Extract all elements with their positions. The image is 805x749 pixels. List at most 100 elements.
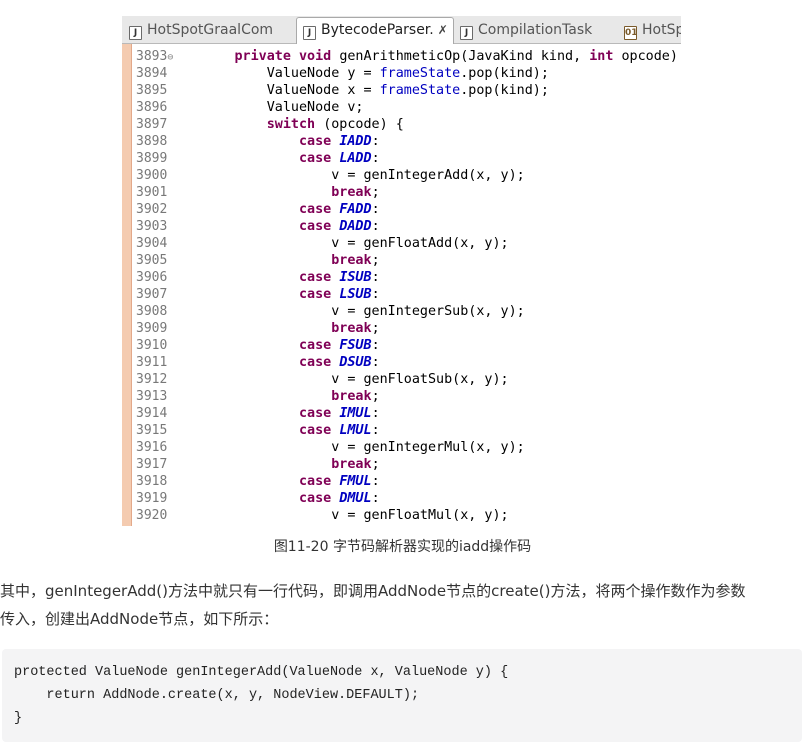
line-number: 3914 bbox=[136, 406, 168, 421]
code-token: private void bbox=[234, 49, 340, 64]
line-number: 3902 bbox=[136, 202, 168, 217]
line-number: 3919 bbox=[136, 491, 168, 506]
code-line: 3896 ValueNode v; bbox=[136, 99, 681, 116]
line-number: 3910 bbox=[136, 338, 168, 353]
code-token: : bbox=[371, 423, 380, 438]
code-token: IMUL bbox=[339, 406, 372, 421]
code-line: 3920 v = genFloatMul(x, y); bbox=[136, 507, 681, 524]
code-token: ; bbox=[371, 321, 380, 336]
paragraph-line: 其中，genIntegerAdd()方法中就只有一行代码，即调用AddNode节… bbox=[0, 582, 746, 600]
code-token: ValueNode v; bbox=[170, 100, 364, 115]
code-token: case bbox=[299, 406, 340, 421]
code-token: case bbox=[299, 491, 340, 506]
code-token: FSUB bbox=[339, 338, 372, 353]
tab-hotsp[interactable]: 01 HotSp bbox=[618, 18, 681, 42]
code-line: 3905 break; bbox=[136, 252, 681, 269]
line-number: 3898 bbox=[136, 134, 168, 149]
code-token: break bbox=[331, 457, 372, 472]
code-line: 3915 case LMUL: bbox=[136, 422, 681, 439]
code-token: v = genFloatAdd(x, y); bbox=[170, 236, 509, 251]
line-number: 3920 bbox=[136, 508, 168, 523]
code-token: v = genIntegerAdd(x, y); bbox=[170, 168, 525, 183]
line-number: 3904 bbox=[136, 236, 168, 251]
code-token: : bbox=[371, 202, 380, 217]
code-token: case bbox=[299, 151, 340, 166]
code-token: ; bbox=[371, 389, 380, 404]
close-icon[interactable]: ✗ bbox=[438, 23, 448, 37]
line-number: 3917 bbox=[136, 457, 168, 472]
code-token: ValueNode x = bbox=[170, 83, 380, 98]
code-block: protected ValueNode genIntegerAdd(ValueN… bbox=[2, 649, 802, 742]
code-line: 3918 case FMUL: bbox=[136, 473, 681, 490]
line-number: 3913 bbox=[136, 389, 168, 404]
code-line: 3917 break; bbox=[136, 456, 681, 473]
code-line: 3909 break; bbox=[136, 320, 681, 337]
figure-caption: 图11-20 字节码解析器实现的iadd操作码 bbox=[273, 539, 532, 555]
paragraph-line: 传入，创建出AddNode节点，如下所示： bbox=[0, 610, 279, 628]
code-token: ISUB bbox=[339, 270, 372, 285]
code-token: frameState bbox=[379, 66, 461, 81]
code-token: case bbox=[299, 423, 340, 438]
code-line: 3900 v = genIntegerAdd(x, y); bbox=[136, 167, 681, 184]
code-token: break bbox=[331, 321, 372, 336]
tab-compilationtask[interactable]: J CompilationTask bbox=[454, 18, 618, 42]
line-number: 3912 bbox=[136, 372, 168, 387]
line-number: 3909 bbox=[136, 321, 168, 336]
code-token: genArithmeticOp(JavaKind kind, bbox=[339, 49, 590, 64]
code-line: 3902 case FADD: bbox=[136, 201, 681, 218]
code-token: ; bbox=[371, 457, 380, 472]
code-line: 3908 v = genIntegerSub(x, y); bbox=[136, 303, 681, 320]
code-token: : bbox=[371, 287, 380, 302]
code-token: case bbox=[299, 474, 340, 489]
code-token: switch bbox=[266, 117, 324, 132]
code-block-line: } bbox=[14, 711, 23, 726]
code-token: case bbox=[299, 338, 340, 353]
code-line: 3911 case DSUB: bbox=[136, 354, 681, 371]
line-number: 3899 bbox=[136, 151, 168, 166]
line-number: 3893⊖ bbox=[136, 49, 174, 64]
java-code-editor[interactable]: 3893⊖ private void genArithmeticOp(JavaK… bbox=[136, 48, 681, 524]
code-token: v = genIntegerMul(x, y); bbox=[170, 440, 525, 455]
code-token: case bbox=[299, 219, 340, 234]
code-token: ; bbox=[371, 253, 380, 268]
code-line: 3907 case LSUB: bbox=[136, 286, 681, 303]
code-block-line: return AddNode.create(x, y, NodeView.DEF… bbox=[14, 688, 420, 703]
code-token: FMUL bbox=[339, 474, 372, 489]
code-token: : bbox=[371, 151, 380, 166]
code-line: 3893⊖ private void genArithmeticOp(JavaK… bbox=[136, 48, 681, 65]
code-token: int bbox=[589, 49, 622, 64]
editor-tab-bar: J HotSpotGraalCom J BytecodeParser. ✗ J Comp… bbox=[122, 16, 681, 44]
code-line: 3894 ValueNode y = frameState.pop(kind); bbox=[136, 65, 681, 82]
code-token: : bbox=[371, 474, 380, 489]
line-number: 3907 bbox=[136, 287, 168, 302]
line-number: 3908 bbox=[136, 304, 168, 319]
line-number: 3896 bbox=[136, 100, 168, 115]
code-token: opcode) { bbox=[621, 49, 678, 64]
line-number: 3901 bbox=[136, 185, 168, 200]
code-block-line: protected ValueNode genIntegerAdd(ValueN… bbox=[14, 665, 509, 680]
java-file-icon: J bbox=[129, 26, 142, 40]
code-token: : bbox=[371, 219, 380, 234]
class-file-icon: 01 bbox=[624, 26, 638, 40]
code-token: DADD bbox=[339, 219, 372, 234]
code-line: 3899 case LADD: bbox=[136, 150, 681, 167]
tab-bytecodeparser[interactable]: J BytecodeParser. ✗ bbox=[296, 17, 454, 44]
code-token: FADD bbox=[339, 202, 372, 217]
code-line: 3916 v = genIntegerMul(x, y); bbox=[136, 439, 681, 456]
code-line: 3912 v = genFloatSub(x, y); bbox=[136, 371, 681, 388]
editor-overview-ruler bbox=[122, 44, 132, 526]
code-token: LADD bbox=[339, 151, 372, 166]
line-number: 3911 bbox=[136, 355, 168, 370]
code-token: case bbox=[299, 355, 340, 370]
tab-hotspotgraalcom[interactable]: J HotSpotGraalCom bbox=[123, 18, 297, 42]
code-line: 3913 break; bbox=[136, 388, 681, 405]
